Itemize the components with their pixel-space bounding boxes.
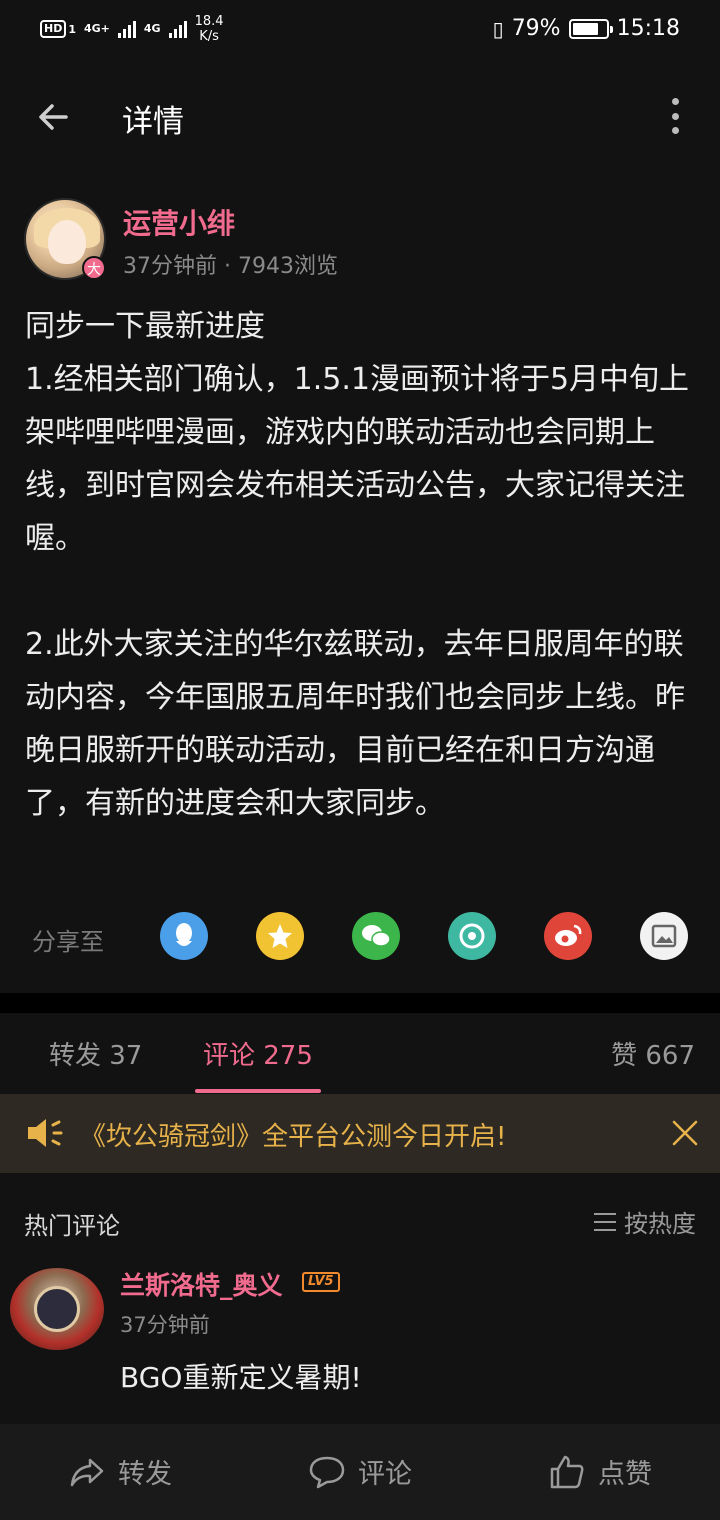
repost-button[interactable]: 转发 (68, 1452, 172, 1491)
announcement-banner[interactable]: 《坎公骑冠剑》全平台公测今日开启! (0, 1094, 720, 1173)
hot-comments-title: 热门评论 (24, 1212, 120, 1240)
post-author: 大 运营小绯 37分钟前 · 7943浏览 (24, 198, 704, 282)
share-label: 分享至 (32, 928, 104, 956)
sim-indicator: 1 (68, 22, 76, 36)
share-weibo-button[interactable] (544, 912, 592, 960)
share-moments-button[interactable] (448, 912, 496, 960)
status-left: HD 1 4G+ 4G 18.4 K/s (40, 14, 224, 44)
tab-repost[interactable]: 转发 37 (49, 1035, 142, 1072)
comment-label: 评论 (358, 1459, 412, 1490)
comment-button[interactable]: 评论 (308, 1452, 412, 1491)
wechat-icon (362, 925, 391, 947)
share-row: 分享至 (0, 912, 720, 962)
more-dot (671, 112, 679, 120)
app-bar: 详情 (0, 62, 720, 172)
signal-icon-2 (168, 20, 187, 38)
gallery-icon (651, 924, 677, 948)
qzone-star-icon (268, 924, 292, 948)
network-type-1: 4G+ (84, 22, 110, 35)
tab-likes[interactable]: 赞 667 (611, 1035, 695, 1072)
list-icon (594, 1212, 616, 1231)
author-badge: 大 (82, 256, 106, 280)
arrow-left-icon (39, 104, 68, 130)
avatar-face (48, 220, 86, 264)
share-qzone-button[interactable] (256, 912, 304, 960)
share-wechat-button[interactable] (352, 912, 400, 960)
battery-fill (572, 22, 598, 35)
commenter-name[interactable]: 兰斯洛特_奥义 (120, 1266, 283, 1302)
network-speed: 18.4 K/s (195, 14, 224, 44)
bottom-action-bar: 转发 评论 点赞 (0, 1424, 720, 1520)
like-label: 点赞 (598, 1459, 652, 1490)
post-body: 同步一下最新进度 1.经相关部门确认，1.5.1漫画预计将于5月中旬上架哔哩哔哩… (25, 309, 690, 821)
author-name[interactable]: 运营小绯 (123, 202, 235, 242)
speaker-icon (28, 1119, 63, 1147)
clock: 15:18 (616, 16, 680, 41)
network-type-2: 4G (143, 22, 161, 35)
announcement-text: 《坎公骑冠剑》全平台公测今日开启! (80, 1122, 507, 1152)
comment-item: 兰斯洛特_奥义 LV5 37分钟前 BGO重新定义暑期! (10, 1264, 710, 1424)
like-button[interactable]: 点赞 (548, 1452, 652, 1491)
repost-label: 转发 (118, 1459, 172, 1490)
battery-icon (568, 18, 613, 39)
status-bar: HD 1 4G+ 4G 18.4 K/s ▯ 79% 15:18 (0, 0, 720, 62)
active-tab-indicator (195, 1089, 321, 1093)
section-divider (0, 993, 720, 1013)
close-icon[interactable] (670, 1118, 700, 1148)
more-dot (671, 98, 679, 105)
signal-icon (117, 20, 136, 38)
moments-icon (459, 923, 485, 949)
sort-button[interactable]: 按热度 (594, 1204, 696, 1239)
tab-comments[interactable]: 评论 275 (203, 1035, 313, 1072)
weibo-icon (555, 924, 582, 946)
level-badge: LV5 (302, 1272, 340, 1292)
post-meta: 37分钟前 · 7943浏览 (123, 254, 338, 279)
avatar-portrait (34, 1286, 80, 1332)
interaction-tabs: 转发 37 评论 275 赞 667 (0, 1013, 720, 1093)
more-dot (671, 127, 679, 134)
share-arrow-icon (70, 1458, 104, 1486)
network-speed-value: 18.4 (194, 14, 224, 29)
qq-icon (176, 923, 192, 946)
thumbs-up-icon (550, 1455, 584, 1488)
comment-bubble-icon (309, 1456, 345, 1488)
battery-percent: 79% (511, 16, 561, 41)
comment-text: BGO重新定义暑期! (120, 1361, 362, 1394)
vibrate-icon: ▯ (492, 16, 504, 41)
comments-header: 热门评论 按热度 (24, 1204, 696, 1240)
more-options-button[interactable] (660, 98, 690, 134)
sort-label: 按热度 (624, 1210, 696, 1238)
commenter-avatar[interactable] (10, 1268, 104, 1350)
status-right: ▯ 79% 15:18 (493, 16, 680, 41)
comment-time: 37分钟前 (120, 1313, 210, 1337)
share-qq-button[interactable] (160, 912, 208, 960)
hd-indicator: HD (40, 20, 67, 38)
page-title: 详情 (122, 104, 184, 140)
back-button[interactable] (30, 92, 80, 142)
network-speed-unit: K/s (199, 29, 219, 44)
share-gallery-button[interactable] (640, 912, 688, 960)
